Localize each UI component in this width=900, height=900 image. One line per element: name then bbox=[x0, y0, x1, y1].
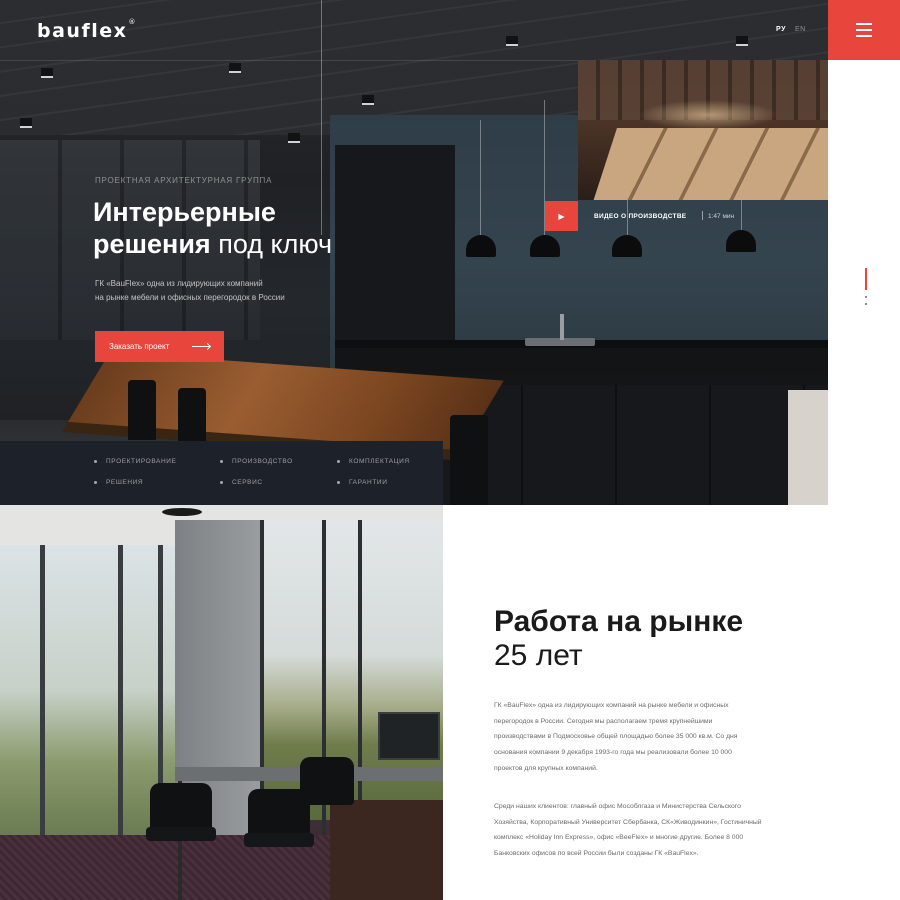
lang-en[interactable]: EN bbox=[795, 26, 806, 33]
monitor-icon bbox=[378, 712, 440, 760]
spotlight-icon bbox=[288, 133, 300, 143]
hero-title-line-1: Интерьерные bbox=[93, 197, 276, 227]
pendant-lamp-icon bbox=[726, 230, 756, 252]
play-button[interactable]: ▶ bbox=[545, 201, 578, 231]
paragraph-line: перегородок в России. Сегодня мы распола… bbox=[494, 717, 713, 725]
pendant-lamp-icon bbox=[530, 235, 560, 257]
hero-desc-line: ГК «BauFlex» одна из лидирующих компаний bbox=[95, 279, 263, 288]
slide-pager[interactable] bbox=[864, 268, 868, 310]
paragraph-line: производствами в Подмосковье общей площа… bbox=[494, 733, 738, 741]
menu-button[interactable] bbox=[828, 0, 900, 60]
chair-image bbox=[450, 415, 488, 505]
video-duration: 1:47 мин bbox=[708, 213, 735, 220]
partition-frame bbox=[40, 545, 45, 845]
hero-title-word: решения bbox=[93, 229, 211, 259]
service-link-solutions[interactable]: Решения bbox=[93, 479, 143, 486]
office-photo bbox=[0, 505, 443, 900]
paragraph-line: основания компании 9 декабря 1993-го год… bbox=[494, 749, 732, 757]
office-chair-image bbox=[150, 783, 212, 831]
about-section: Работа на рынке 25 лет ГК «BauFlex» одна… bbox=[443, 505, 900, 900]
spotlight-icon bbox=[362, 95, 374, 105]
cabinet-image bbox=[335, 145, 455, 345]
pendant-lamp-icon bbox=[466, 235, 496, 257]
pager-dot[interactable] bbox=[865, 303, 867, 305]
factory-light-image bbox=[638, 100, 778, 130]
service-link-equipment[interactable]: Комплектация bbox=[337, 458, 410, 465]
about-title-years: 25 лет bbox=[494, 639, 583, 672]
cta-label: Заказать проект bbox=[109, 342, 170, 351]
services-bar: Проектирование Производство Комплектация… bbox=[0, 441, 443, 505]
spotlight-icon bbox=[229, 63, 241, 73]
pager-dot[interactable] bbox=[865, 296, 867, 298]
paragraph-line: Банковских офисов по всей России были со… bbox=[494, 850, 699, 858]
office-chair-seat bbox=[244, 833, 314, 847]
partition-frame bbox=[118, 545, 123, 845]
video-separator bbox=[702, 211, 703, 220]
spotlight-icon bbox=[41, 68, 53, 78]
about-paragraph-1: ГК «BauFlex» одна из лидирующих компаний… bbox=[494, 698, 824, 777]
about-title: Работа на рынке 25 лет bbox=[494, 605, 743, 673]
hero-title-light: под ключ bbox=[210, 229, 333, 259]
video-thumbnail[interactable] bbox=[578, 60, 828, 200]
paragraph-line: ГК «BauFlex» одна из лидирующих компаний… bbox=[494, 702, 729, 709]
hero-eyebrow: Проектная архитектурная группа bbox=[95, 176, 273, 185]
ceiling-light-icon bbox=[162, 508, 202, 516]
faucet-image bbox=[560, 314, 564, 340]
pager-active-indicator[interactable] bbox=[865, 268, 867, 290]
office-chair-image bbox=[300, 757, 354, 805]
about-title-main: Работа на рынке bbox=[494, 605, 744, 638]
lamp-cord bbox=[741, 200, 742, 230]
hero-desc-line: на рынке мебели и офисных перегородок в … bbox=[95, 293, 285, 302]
spotlight-icon bbox=[736, 36, 748, 46]
spotlight-icon bbox=[20, 118, 32, 128]
glass-partition-image bbox=[0, 545, 175, 835]
paragraph-line: проектов для крупных компаний. bbox=[494, 764, 598, 772]
service-link-design[interactable]: Проектирование bbox=[94, 458, 177, 465]
paragraph-line: Хозяйства, Корпоративный Университет Сбе… bbox=[494, 818, 762, 826]
office-chair-seat bbox=[146, 827, 216, 841]
window-frame bbox=[358, 520, 362, 840]
paragraph-line: комплекс «Holiday Inn Express», офис «Be… bbox=[494, 834, 744, 842]
hero-description: ГК «BauFlex» одна из лидирующих компаний… bbox=[95, 277, 355, 305]
registered-mark: ® bbox=[128, 17, 137, 26]
hamburger-icon bbox=[856, 21, 872, 39]
service-link-production[interactable]: Производство bbox=[220, 458, 293, 465]
play-icon: ▶ bbox=[558, 211, 565, 221]
pendant-lamp-icon bbox=[612, 235, 642, 257]
wall-edge-image bbox=[788, 390, 828, 505]
video-label[interactable]: Видео о производстве bbox=[594, 213, 686, 220]
arrow-right-icon bbox=[192, 346, 210, 347]
chair-image bbox=[178, 388, 206, 448]
lang-ru[interactable]: РУ bbox=[776, 26, 786, 33]
wood-planks-image bbox=[578, 128, 828, 200]
lamp-cord bbox=[480, 120, 481, 235]
about-paragraph-2: Среди наших клиентов: главный офис Мособ… bbox=[494, 799, 824, 862]
spotlight-icon bbox=[506, 36, 518, 46]
chair-image bbox=[128, 380, 156, 440]
logo-text: bauflex bbox=[37, 20, 128, 42]
hero-title: Интерьерные решения под ключ bbox=[93, 196, 332, 260]
drawer-cabinet-image bbox=[330, 800, 443, 900]
paragraph-line: Среди наших клиентов: главный офис Мособ… bbox=[494, 803, 741, 810]
service-link-warranty[interactable]: Гарантии bbox=[336, 479, 387, 486]
order-project-button[interactable]: Заказать проект bbox=[95, 331, 224, 362]
service-link-service[interactable]: Сервис bbox=[220, 479, 263, 486]
logo[interactable]: bauflex® bbox=[37, 17, 137, 42]
